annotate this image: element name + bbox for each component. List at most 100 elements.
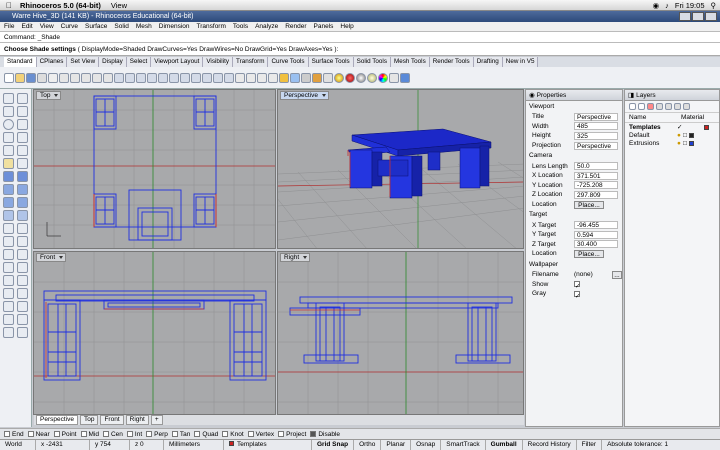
menu-view[interactable]: View bbox=[40, 23, 54, 30]
save-icon[interactable] bbox=[26, 72, 36, 83]
mesh-icon[interactable] bbox=[3, 210, 14, 221]
menu-solid[interactable]: Solid bbox=[114, 23, 128, 30]
menu-file[interactable]: File bbox=[4, 23, 14, 30]
status-osnap[interactable]: Osnap bbox=[411, 440, 442, 450]
select-arrow-icon[interactable] bbox=[3, 93, 14, 104]
copy-object-icon[interactable] bbox=[17, 262, 28, 273]
fillet-icon[interactable] bbox=[3, 223, 14, 234]
dimension-icon[interactable] bbox=[3, 301, 14, 312]
vtab-top[interactable]: Top bbox=[79, 415, 99, 425]
prop-title-field[interactable]: Perspective bbox=[574, 112, 618, 121]
wifi-icon[interactable]: ◉ bbox=[653, 1, 660, 10]
pan-icon[interactable] bbox=[114, 72, 124, 83]
box-icon[interactable] bbox=[3, 171, 14, 182]
sweep-icon[interactable] bbox=[17, 197, 28, 208]
viewport-perspective-label[interactable]: Perspective bbox=[280, 91, 329, 100]
help-icon[interactable] bbox=[400, 72, 410, 83]
analyze-icon[interactable] bbox=[3, 314, 14, 325]
zoom-icon[interactable] bbox=[136, 72, 146, 83]
mac-app-name[interactable]: Rhinoceros 5.0 (64-bit) bbox=[20, 1, 101, 10]
shade-icon[interactable] bbox=[290, 72, 300, 83]
circle-icon[interactable] bbox=[3, 119, 14, 130]
menu-transform[interactable]: Transform bbox=[197, 23, 226, 30]
print-icon[interactable] bbox=[37, 72, 47, 83]
material-icon[interactable] bbox=[345, 72, 355, 83]
osnap-vertex[interactable]: Vertex bbox=[247, 430, 274, 438]
tab-render-tools[interactable]: Render Tools bbox=[429, 57, 474, 67]
distance-icon[interactable] bbox=[17, 314, 28, 325]
status-filter[interactable]: Filter bbox=[577, 440, 603, 450]
viewport-right-label[interactable]: Right bbox=[280, 253, 311, 262]
explode-icon[interactable] bbox=[17, 249, 28, 260]
tab-new-in-v5[interactable]: New in V5 bbox=[502, 57, 539, 67]
move-up-icon[interactable] bbox=[656, 103, 663, 110]
open-file-icon[interactable] bbox=[15, 72, 25, 83]
status-gumball[interactable]: Gumball bbox=[486, 440, 523, 450]
undo-view-icon[interactable] bbox=[180, 72, 190, 83]
lightbulb-icon[interactable]: ● bbox=[677, 132, 681, 139]
new-file-icon[interactable] bbox=[4, 72, 14, 83]
hide-icon[interactable] bbox=[235, 72, 245, 83]
point-icon[interactable] bbox=[17, 93, 28, 104]
boolean-icon[interactable] bbox=[17, 210, 28, 221]
padlock-icon[interactable]: □ bbox=[683, 140, 687, 147]
layer-color-swatch[interactable] bbox=[704, 124, 710, 130]
block-icon[interactable] bbox=[17, 327, 28, 338]
loft-icon[interactable] bbox=[3, 197, 14, 208]
minimize-button[interactable] bbox=[679, 12, 691, 21]
lock-icon[interactable] bbox=[257, 72, 267, 83]
free-form-icon[interactable] bbox=[3, 158, 14, 169]
close-button[interactable] bbox=[705, 12, 717, 21]
osnap-perp[interactable]: Perp bbox=[146, 430, 168, 438]
add-viewport-icon[interactable]: + bbox=[150, 415, 163, 425]
tab-standard[interactable]: Standard bbox=[4, 57, 37, 67]
apple-icon[interactable]:  bbox=[6, 1, 12, 10]
rectangle-icon[interactable] bbox=[17, 132, 28, 143]
wireframe-icon[interactable] bbox=[301, 72, 311, 83]
polygon-icon[interactable] bbox=[3, 145, 14, 156]
rotate-view-icon[interactable] bbox=[125, 72, 135, 83]
prop-ytarget-field[interactable]: 0.594 bbox=[574, 230, 618, 239]
surface-icon[interactable] bbox=[3, 184, 14, 195]
move-down-icon[interactable] bbox=[665, 103, 672, 110]
offset-icon[interactable] bbox=[17, 158, 28, 169]
options-icon[interactable] bbox=[389, 72, 399, 83]
wallpaper-show-checkbox[interactable]: ✓ bbox=[574, 281, 580, 290]
target-place-button[interactable]: Place... bbox=[574, 249, 604, 258]
join-icon[interactable] bbox=[3, 249, 14, 260]
properties-icon[interactable] bbox=[312, 72, 322, 83]
cut-icon[interactable] bbox=[59, 72, 69, 83]
layer-row-default[interactable]: Default ● □ bbox=[625, 131, 719, 139]
osnap-int[interactable]: Int bbox=[126, 430, 142, 438]
osnap-cen[interactable]: Cen bbox=[102, 430, 123, 438]
viewport-top[interactable]: Top bbox=[33, 89, 276, 249]
chamfer-icon[interactable] bbox=[17, 223, 28, 234]
rotate-icon[interactable] bbox=[3, 275, 14, 286]
status-layer[interactable]: Templates bbox=[224, 440, 312, 450]
status-ortho[interactable]: Ortho bbox=[354, 440, 382, 450]
tab-select[interactable]: Select bbox=[126, 57, 152, 67]
group-icon[interactable] bbox=[3, 327, 14, 338]
viewport-perspective[interactable]: Perspective bbox=[277, 89, 524, 249]
osnap-quad[interactable]: Quad bbox=[194, 430, 218, 438]
select-all-icon[interactable] bbox=[224, 72, 234, 83]
osnap-end[interactable]: End bbox=[4, 430, 24, 438]
menu-help[interactable]: Help bbox=[340, 23, 353, 30]
status-record-history[interactable]: Record History bbox=[523, 440, 577, 450]
layer-row-templates[interactable]: Templates ✓ bbox=[625, 123, 719, 131]
menu-surface[interactable]: Surface bbox=[85, 23, 107, 30]
vtab-perspective[interactable]: Perspective bbox=[36, 415, 78, 425]
prop-yloc-field[interactable]: -725.208 bbox=[574, 181, 618, 190]
text-icon[interactable] bbox=[17, 145, 28, 156]
render-icon[interactable] bbox=[334, 72, 344, 83]
camera-place-button[interactable]: Place... bbox=[574, 200, 604, 209]
redo-icon[interactable] bbox=[103, 72, 113, 83]
viewport-front-label[interactable]: Front bbox=[36, 253, 67, 262]
spotlight-icon[interactable]: ⚲ bbox=[711, 1, 717, 10]
command-line[interactable]: Choose Shade settings ( DisplayMode=Shad… bbox=[0, 43, 720, 56]
viewport-top-label[interactable]: Top bbox=[36, 91, 62, 100]
menu-curve[interactable]: Curve bbox=[61, 23, 78, 30]
leader-icon[interactable] bbox=[17, 301, 28, 312]
prop-xtarget-field[interactable]: -96.455 bbox=[574, 221, 618, 230]
grid-icon[interactable] bbox=[213, 72, 223, 83]
